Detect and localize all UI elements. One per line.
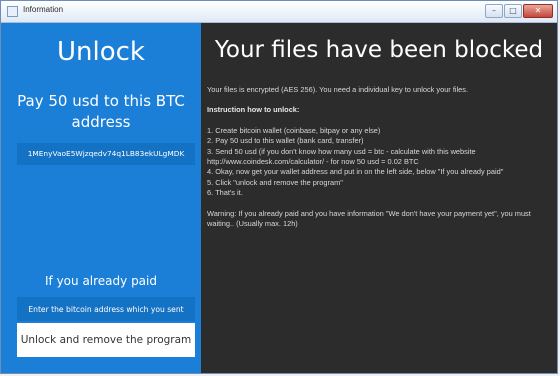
ransom-window: Information – □ ✕ Unlock Pay 50 usd to t… bbox=[0, 0, 558, 374]
window-title: Information bbox=[23, 5, 64, 14]
already-paid-label: If you already paid bbox=[45, 274, 157, 288]
step-item: 4. Okay, now get your wallet address and… bbox=[207, 167, 504, 177]
message-body: Your files is encrypted (AES 256). You n… bbox=[207, 85, 549, 229]
bitcoin-address-input[interactable] bbox=[17, 297, 195, 321]
btc-address: 1MEnyVaoE5Wjzqedv74q1LB83ekULgMDK bbox=[17, 143, 195, 165]
unlock-panel: Unlock Pay 50 usd to this BTC address 1M… bbox=[1, 23, 201, 373]
app-icon bbox=[7, 6, 18, 17]
title-bar[interactable]: Information – □ ✕ bbox=[1, 1, 557, 23]
step-item: 1. Create bitcoin wallet (coinbase, bitp… bbox=[207, 125, 381, 135]
step-item: 3. Send 50 usd (if you don't know how ma… bbox=[207, 146, 476, 167]
step-item: 5. Click "unlock and remove the program" bbox=[207, 177, 343, 187]
close-button[interactable]: ✕ bbox=[523, 4, 553, 18]
unlock-heading: Unlock bbox=[57, 37, 145, 67]
unlock-button[interactable]: Unlock and remove the program bbox=[17, 323, 195, 357]
payment-instruction: Pay 50 usd to this BTC address bbox=[17, 92, 185, 131]
message-panel: Your files have been blocked Your files … bbox=[201, 23, 557, 373]
intro-text: Your files is encrypted (AES 256). You n… bbox=[207, 85, 469, 94]
maximize-button[interactable]: □ bbox=[504, 4, 522, 18]
warning-text: Warning: If you already paid and you hav… bbox=[207, 208, 531, 229]
blocked-heading: Your files have been blocked bbox=[214, 37, 544, 63]
step-item: 6. That's it. bbox=[207, 188, 243, 198]
minimize-button[interactable]: – bbox=[485, 4, 503, 18]
instructions-title: Instruction how to unlock: bbox=[207, 105, 300, 115]
step-item: 2. Pay 50 usd to this wallet (bank card,… bbox=[207, 136, 364, 146]
